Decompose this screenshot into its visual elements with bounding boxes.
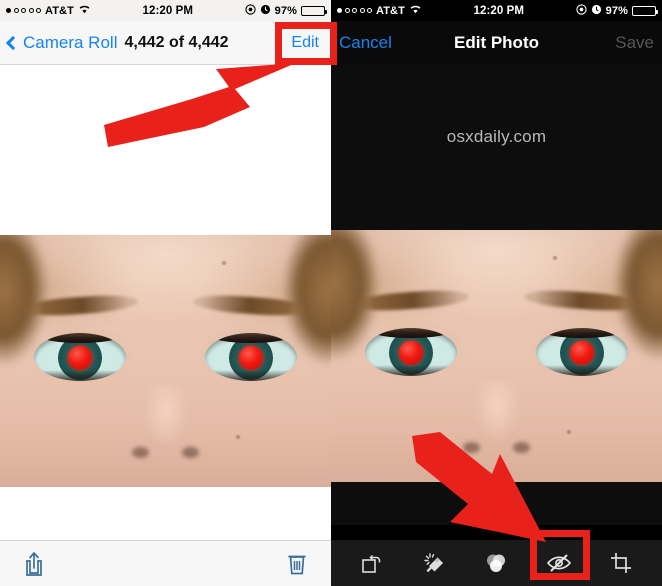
battery-icon-right (632, 5, 658, 16)
trash-icon[interactable] (277, 546, 317, 582)
photo-image-original[interactable] (0, 235, 331, 487)
battery-icon (301, 5, 327, 16)
side-by-side-screenshots: AT&T 12:20 PM 97% Camera Roll 4,442 of 4… (0, 0, 662, 586)
wifi-icon-right (409, 4, 422, 17)
alarm-clock-icon-right (591, 4, 602, 18)
back-button[interactable]: Camera Roll (5, 32, 118, 53)
crop-icon[interactable] (601, 545, 641, 581)
left-eye-red-edit[interactable] (365, 328, 457, 376)
rotate-icon[interactable] (352, 545, 392, 581)
battery-percent-label: 97% (274, 4, 297, 17)
status-bar-left: AT&T 12:20 PM 97% (0, 0, 331, 21)
battery-percent-label-right: 97% (605, 4, 628, 17)
signal-strength-dots (6, 8, 41, 13)
share-icon[interactable] (14, 546, 54, 582)
wifi-icon (78, 4, 91, 17)
watermark-label: osxdaily.com (446, 127, 547, 146)
save-button[interactable]: Save (615, 33, 654, 53)
carrier-label: AT&T (45, 4, 74, 17)
location-arrow-icon (245, 3, 256, 18)
red-eye-button-highlight-box (530, 530, 590, 580)
status-bar-carrier-group: AT&T (6, 4, 91, 17)
right-eye-red-edit[interactable] (536, 328, 628, 376)
photo-actions-toolbar (0, 540, 331, 586)
status-bar-right-group: 97% (245, 3, 327, 18)
location-arrow-icon-right (576, 3, 587, 18)
chevron-left-icon (5, 35, 21, 50)
clock-label: 12:20 PM (142, 4, 194, 17)
status-bar-carrier-group-right: AT&T (337, 4, 422, 17)
arrow-pointing-down-right-icon (404, 430, 564, 546)
signal-strength-dots-right (337, 8, 372, 13)
cancel-button[interactable]: Cancel (339, 33, 392, 53)
status-bar-right: AT&T 12:20 PM 97% (331, 0, 662, 21)
right-eye-red (205, 333, 297, 381)
left-eye-red (34, 333, 126, 381)
photo-count-label: 4,442 of 4,442 (124, 33, 229, 51)
arrow-pointing-up-right-icon (100, 55, 300, 150)
alarm-clock-icon (260, 4, 271, 18)
edit-button-highlight-box (275, 22, 337, 65)
carrier-label-right: AT&T (376, 4, 405, 17)
status-bar-right-group-right: 97% (576, 3, 658, 18)
back-button-label: Camera Roll (23, 32, 118, 52)
edit-tools-toolbar (331, 540, 662, 586)
magic-wand-icon[interactable] (414, 545, 454, 581)
clock-label-right: 12:20 PM (473, 4, 525, 17)
filters-circles-icon[interactable] (476, 545, 516, 581)
navigation-bar-right: Cancel Edit Photo Save (331, 21, 662, 65)
